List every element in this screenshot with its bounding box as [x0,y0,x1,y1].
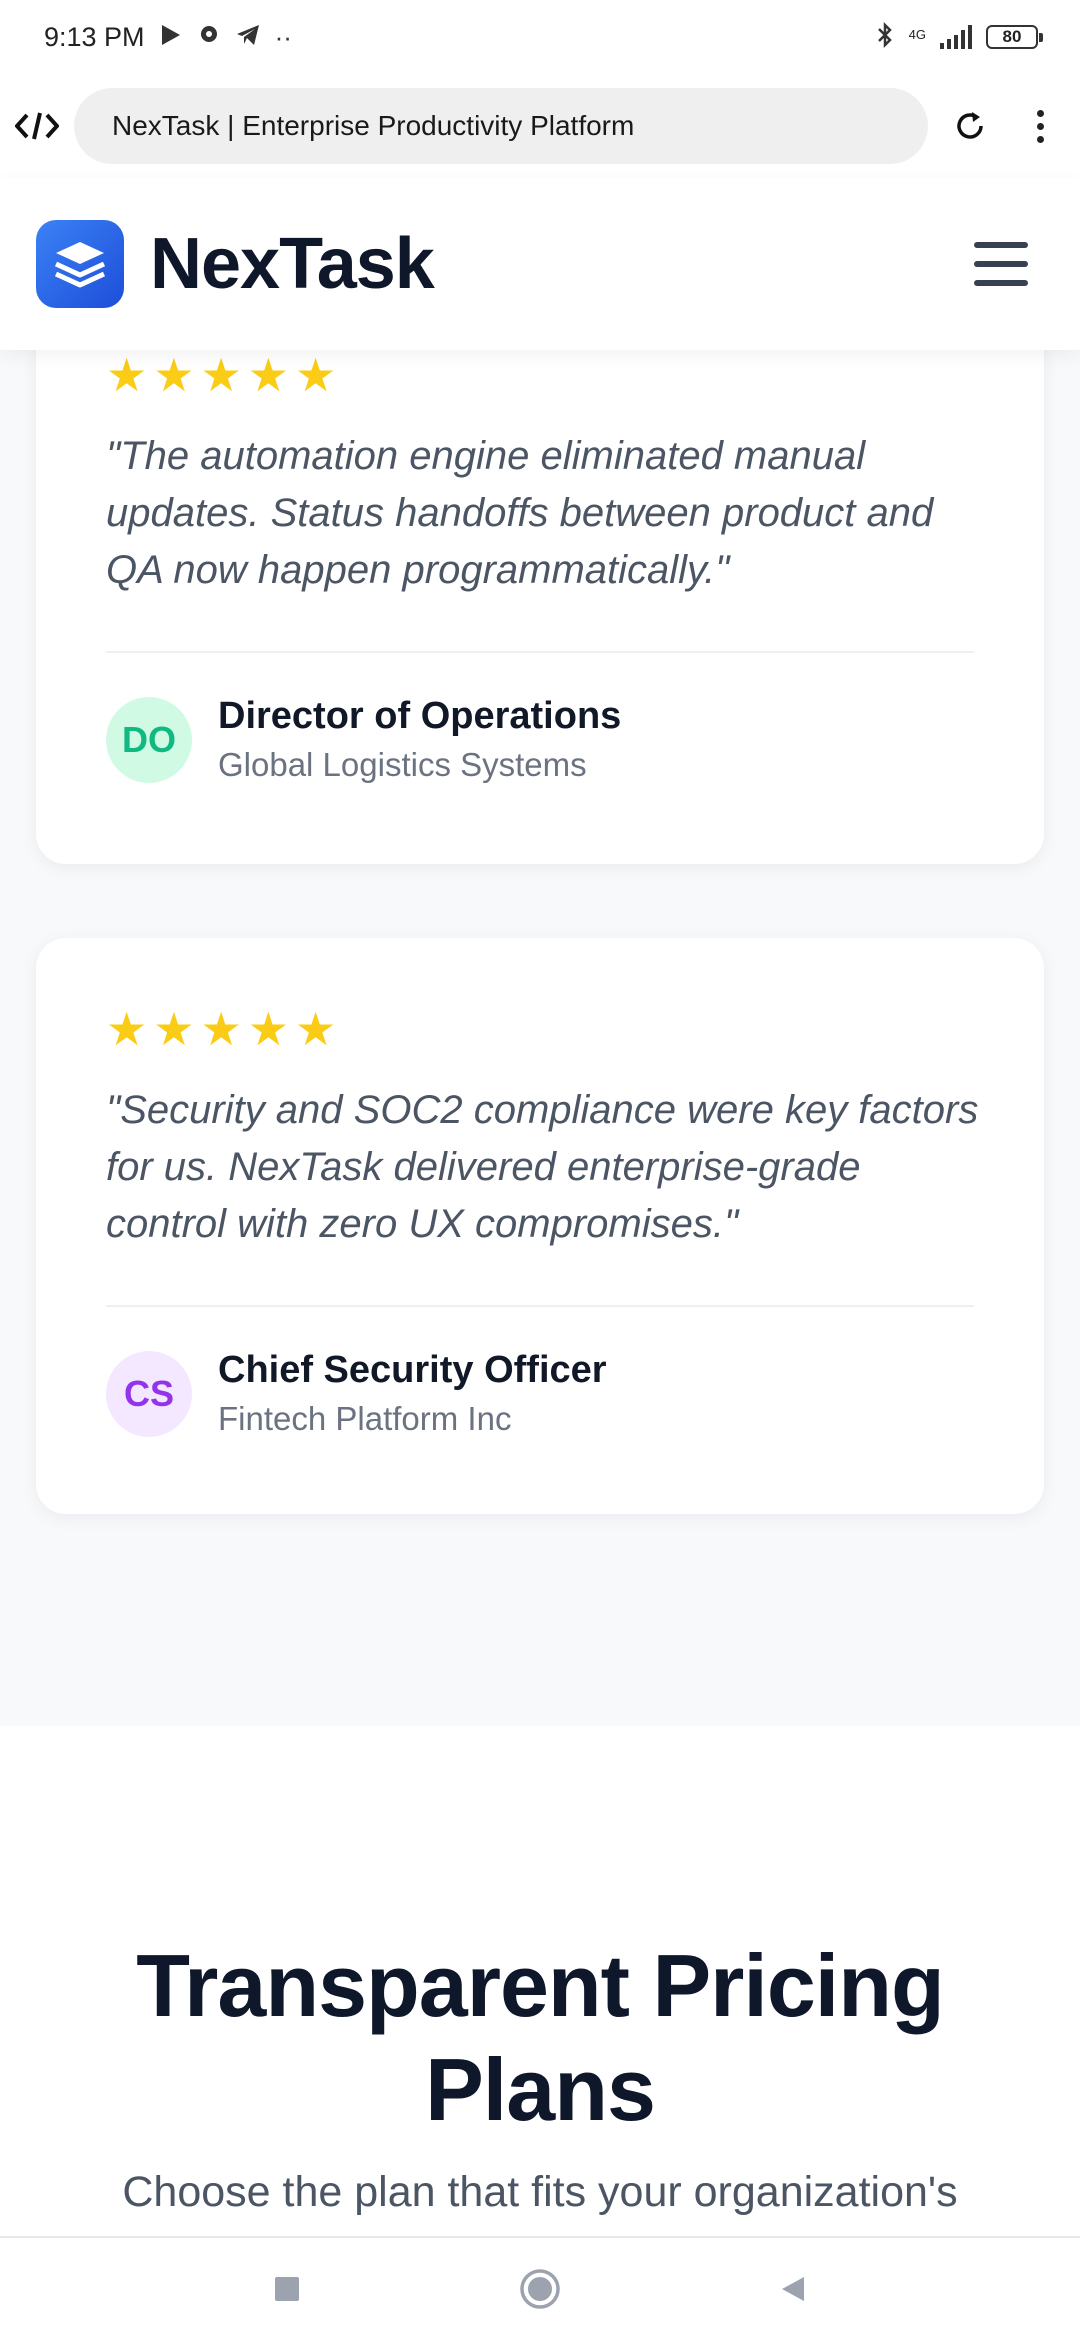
divider [106,1305,974,1307]
reload-icon[interactable] [940,96,1000,156]
testimonial-card: ★ ★ ★ ★ ★ "Security and SOC2 compliance … [36,938,1044,1514]
browser-logo-icon[interactable] [14,103,60,149]
star-icon: ★ [106,1003,148,1055]
pricing-title: Transparent Pricing Plans [136,1936,944,2139]
star-icon: ★ [153,349,195,401]
author-name: Director of Operations [218,695,622,737]
brand[interactable]: NexTask [36,220,435,308]
system-nav-bar [0,2236,1080,2340]
back-icon[interactable] [763,2259,823,2319]
more-notifications-icon: ·· [274,22,292,52]
avatar: DO [106,696,192,783]
star-icon: ★ [200,349,242,401]
author-name: Chief Security Officer [218,1349,607,1391]
star-icon: ★ [106,349,148,401]
pricing-section: Transparent Pricing Plans Choose the pla… [0,1726,1080,2236]
star-icon: ★ [247,349,289,401]
network-type: 4G [908,27,926,42]
author-company: Global Logistics Systems [218,746,587,783]
bluetooth-icon [875,21,895,53]
battery-icon: 80 [986,25,1043,49]
recents-icon[interactable] [257,2259,317,2319]
status-bar: 9:13 PM ·· 4G 80 [0,0,1080,74]
battery-level: 80 [1002,27,1022,46]
author-company: Fintech Platform Inc [218,1400,512,1437]
testimonial-quote: "The automation engine eliminated manual… [106,434,934,592]
telegram-icon [235,23,261,51]
testimonial-author: CS Chief Security Officer Fintech Platfo… [106,1349,974,1438]
star-rating: ★ ★ ★ ★ ★ [106,1006,974,1052]
divider [106,651,974,653]
star-rating: ★ ★ ★ ★ ★ [106,352,974,398]
play-store-icon [159,23,183,51]
author-info: Director of Operations Global Logistics … [218,695,621,784]
author-info: Chief Security Officer Fintech Platform … [218,1349,607,1438]
signal-icon [940,25,972,49]
home-icon[interactable] [510,2259,570,2319]
address-bar-text: NexTask | Enterprise Productivity Platfo… [112,110,635,141]
testimonial-quote: "Security and SOC2 compliance were key f… [106,1088,979,1246]
address-bar[interactable]: NexTask | Enterprise Productivity Platfo… [74,88,928,164]
star-icon: ★ [153,1003,195,1055]
status-right: 4G 80 [875,21,1043,53]
overflow-menu-icon[interactable] [1020,96,1060,156]
chat-bubble-icon [197,23,221,51]
star-icon: ★ [200,1003,242,1055]
site-header: NexTask [0,178,1080,350]
brand-name: NexTask [150,224,435,304]
star-icon: ★ [295,349,337,401]
hamburger-menu-icon[interactable] [974,242,1028,286]
browser-toolbar: NexTask | Enterprise Productivity Platfo… [0,74,1080,178]
avatar: CS [106,1350,192,1437]
star-icon: ★ [295,1003,337,1055]
layers-logo-icon [36,220,124,308]
testimonial-author: DO Director of Operations Global Logisti… [106,695,974,784]
status-time: 9:13 PM [44,21,145,52]
star-icon: ★ [247,1003,289,1055]
pricing-subtitle: Choose the plan that fits your organizat… [122,2168,958,2216]
status-left: 9:13 PM ·· [44,22,292,53]
